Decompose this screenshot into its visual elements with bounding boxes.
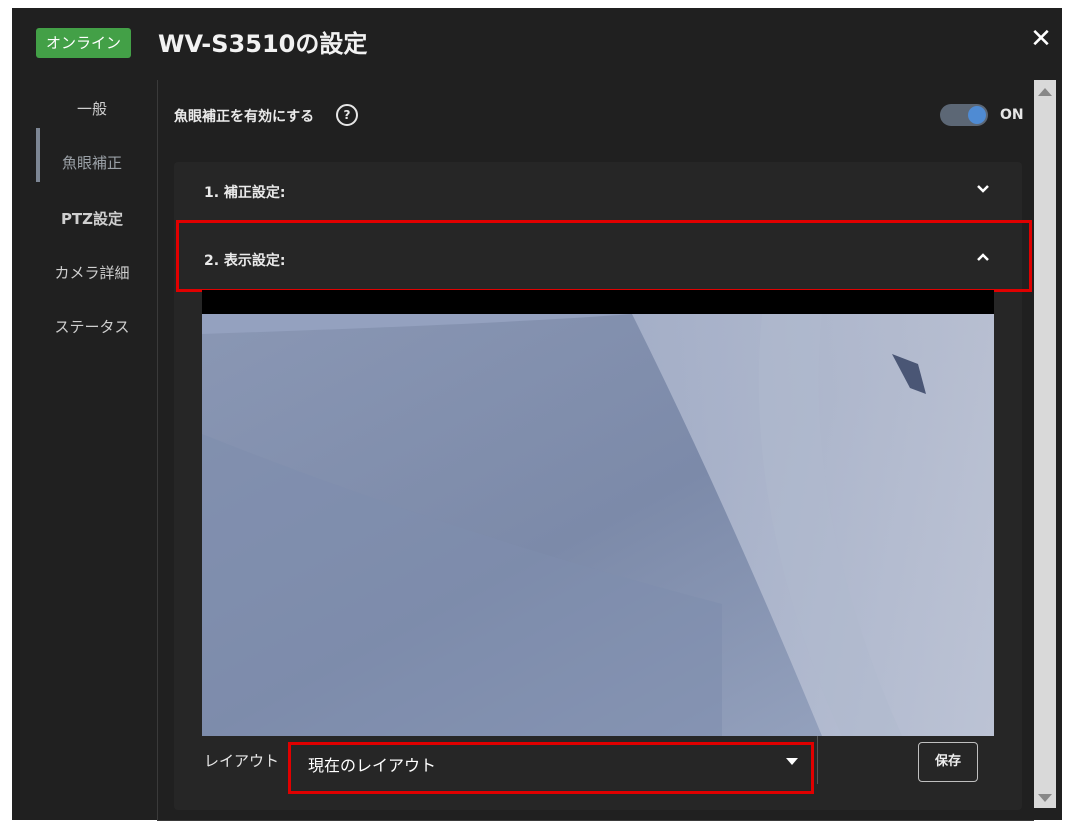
- dropdown-divider: [817, 736, 818, 784]
- settings-panel: 1. 補正設定: 2. 表示設定: レイアウト 現在のレイアウト 保存: [174, 162, 1032, 810]
- toggle-state-label: ON: [1000, 107, 1024, 123]
- section-correction-header[interactable]: 1. 補正設定:: [174, 162, 1022, 220]
- camera-preview: [202, 290, 994, 736]
- close-icon[interactable]: ✕: [1024, 22, 1058, 56]
- preview-black-band: [202, 290, 994, 314]
- status-badge: オンライン: [36, 28, 132, 58]
- sidebar-item-fisheye-correction[interactable]: 魚眼補正: [32, 152, 152, 173]
- settings-content: 魚眼補正を有効にする ? ON 1. 補正設定: 2. 表示設定: レイアウト …: [157, 80, 1034, 821]
- layout-row: レイアウト 現在のレイアウト 保存: [174, 722, 1022, 802]
- scroll-down-icon[interactable]: [1038, 794, 1052, 802]
- fisheye-image: [202, 314, 994, 736]
- sidebar-item-ptz-settings[interactable]: PTZ設定: [32, 208, 152, 229]
- fisheye-enable-label: 魚眼補正を有効にする: [174, 109, 315, 125]
- vertical-scrollbar[interactable]: [1034, 80, 1056, 808]
- layout-label: レイアウト: [204, 752, 280, 770]
- sidebar-item-camera-details[interactable]: カメラ詳細: [32, 262, 152, 283]
- display-settings-highlight: [176, 220, 1032, 292]
- chevron-down-icon[interactable]: [970, 176, 996, 202]
- scroll-up-icon[interactable]: [1038, 88, 1052, 96]
- toggle-knob: [968, 106, 986, 124]
- settings-dialog: オンライン WV-S3510の設定 ✕ 一般 魚眼補正 PTZ設定 カメラ詳細 …: [12, 8, 1062, 821]
- fisheye-toggle-row: 魚眼補正を有効にする ? ON: [158, 80, 1034, 150]
- sidebar-item-status[interactable]: ステータス: [32, 316, 152, 337]
- dialog-title: WV-S3510の設定: [158, 30, 368, 58]
- dialog-titlebar: オンライン WV-S3510の設定 ✕: [12, 8, 1062, 74]
- section-correction-title: 1. 補正設定:: [204, 185, 286, 201]
- fisheye-toggle[interactable]: [940, 104, 988, 126]
- sidebar-item-general[interactable]: 一般: [32, 98, 152, 119]
- save-button[interactable]: 保存: [918, 742, 978, 782]
- help-icon[interactable]: ?: [336, 104, 358, 126]
- layout-dropdown-highlight: [288, 742, 814, 794]
